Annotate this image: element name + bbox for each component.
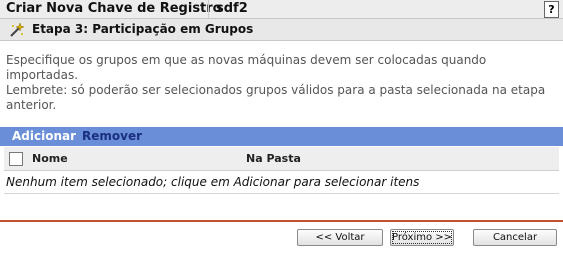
select-all-checkbox[interactable]: [9, 152, 23, 166]
column-header-name[interactable]: Nome: [32, 152, 68, 165]
next-button[interactable]: Próximo >>: [390, 229, 454, 246]
remove-button[interactable]: Remover: [82, 129, 142, 143]
title-bar: Criar Nova Chave de Registro sdf2 ?: [0, 0, 563, 19]
action-bar: Adicionar Remover: [0, 127, 563, 146]
cancel-button[interactable]: Cancelar: [473, 229, 557, 246]
instructions-line-2: Lembrete: só poderão ser selecionados gr…: [6, 83, 546, 112]
object-name: sdf2: [216, 1, 248, 16]
empty-message: Nenhum item selecionado; clique em Adici…: [6, 175, 420, 189]
column-header-folder[interactable]: Na Pasta: [246, 152, 301, 165]
instructions-text: Especifique os grupos em que as novas má…: [6, 53, 554, 113]
empty-table-row: Nenhum item selecionado; clique em Adici…: [4, 171, 559, 194]
help-button[interactable]: ?: [544, 1, 559, 18]
step-header: Etapa 3: Participação em Grupos: [0, 19, 563, 41]
step-title: Etapa 3: Participação em Grupos: [32, 22, 254, 36]
back-button[interactable]: << Voltar: [297, 229, 383, 246]
instructions-line-1: Especifique os grupos em que as novas má…: [6, 53, 487, 82]
table-header: Nome Na Pasta: [4, 147, 559, 171]
add-button[interactable]: Adicionar: [12, 129, 76, 143]
footer-divider: [0, 220, 563, 222]
window-title: Criar Nova Chave de Registro: [6, 1, 222, 16]
wand-icon: [10, 22, 24, 37]
title-separator: [208, 0, 209, 18]
